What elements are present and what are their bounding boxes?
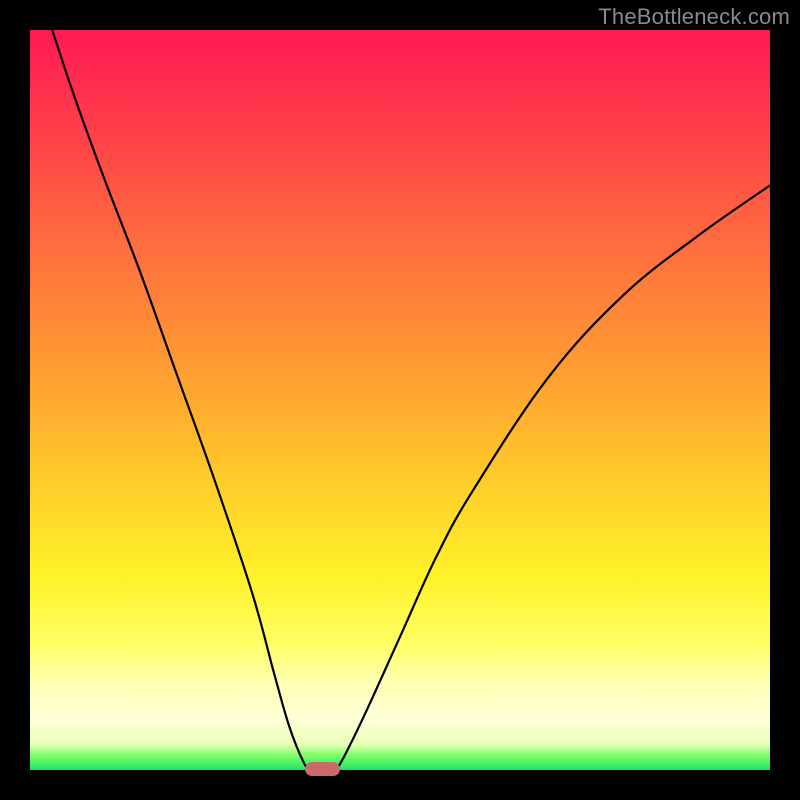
- watermark-text: TheBottleneck.com: [598, 4, 790, 30]
- curve-layer: [30, 30, 770, 770]
- chart-frame: TheBottleneck.com: [0, 0, 800, 800]
- optimum-marker: [305, 762, 341, 776]
- plot-area: [30, 30, 770, 770]
- bottleneck-curve: [52, 30, 770, 770]
